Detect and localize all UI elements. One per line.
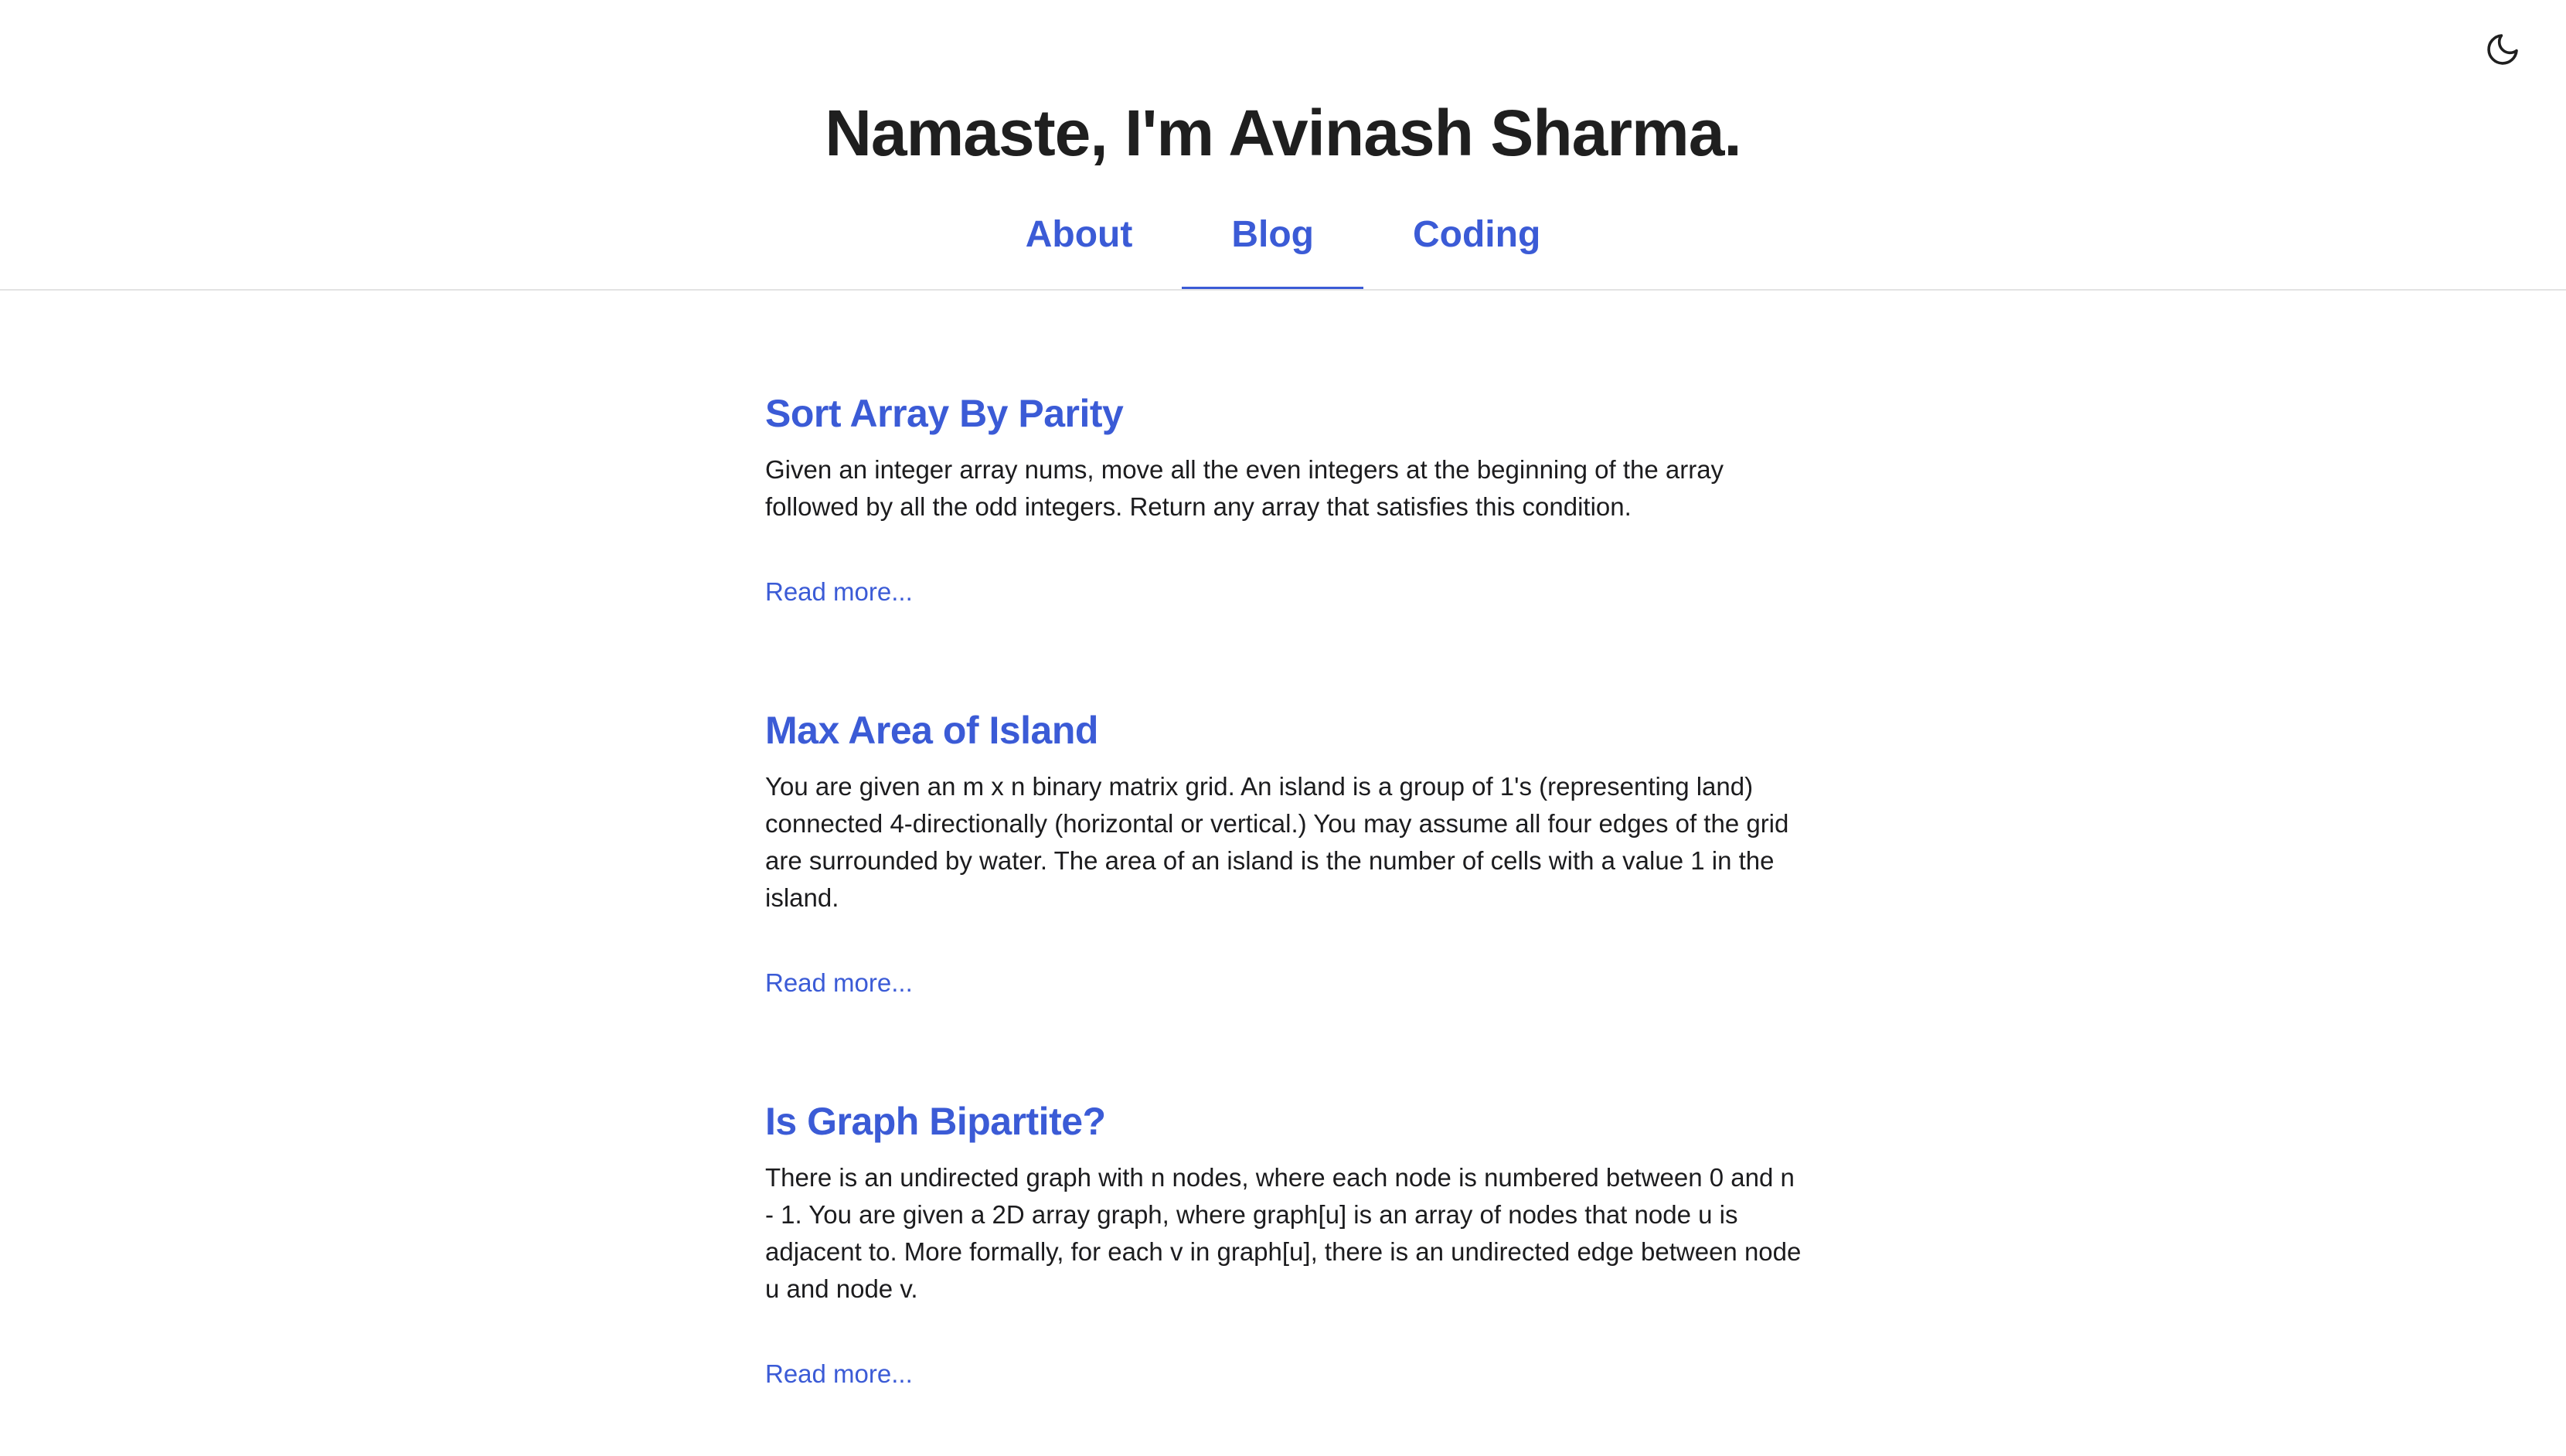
nav-item-coding[interactable]: Coding [1363, 202, 1590, 289]
main-nav: About Blog Coding [0, 202, 2566, 289]
post-card: Max Area of Island You are given an m x … [765, 696, 1809, 1002]
read-more-link[interactable]: Read more... [765, 964, 913, 1002]
nav-item-about[interactable]: About [976, 202, 1183, 289]
post-title-link[interactable]: Is Graph Bipartite? [765, 1087, 1809, 1156]
post-card: Sort Array By Parity Given an integer ar… [765, 379, 1809, 611]
theme-toggle-button[interactable] [2481, 29, 2524, 73]
post-excerpt: You are given an m x n binary matrix gri… [765, 772, 1789, 912]
nav-item-blog[interactable]: Blog [1182, 202, 1363, 289]
post-excerpt: Given an integer array nums, move all th… [765, 455, 1724, 521]
site-title: Namaste, I'm Avinash Sharma. [825, 97, 1742, 169]
post-card: Is Graph Bipartite? There is an undirect… [765, 1087, 1809, 1393]
post-excerpt: There is an undirected graph with n node… [765, 1163, 1802, 1303]
read-more-link[interactable]: Read more... [765, 1356, 913, 1393]
post-title-link[interactable]: Max Area of Island [765, 696, 1809, 765]
post-list: Sort Array By Parity Given an integer ar… [765, 379, 1809, 1456]
post-title-link[interactable]: Sort Array By Parity [765, 379, 1809, 448]
nav-divider [0, 289, 2566, 291]
read-more-link[interactable]: Read more... [765, 573, 913, 611]
moon-icon [2484, 31, 2521, 72]
